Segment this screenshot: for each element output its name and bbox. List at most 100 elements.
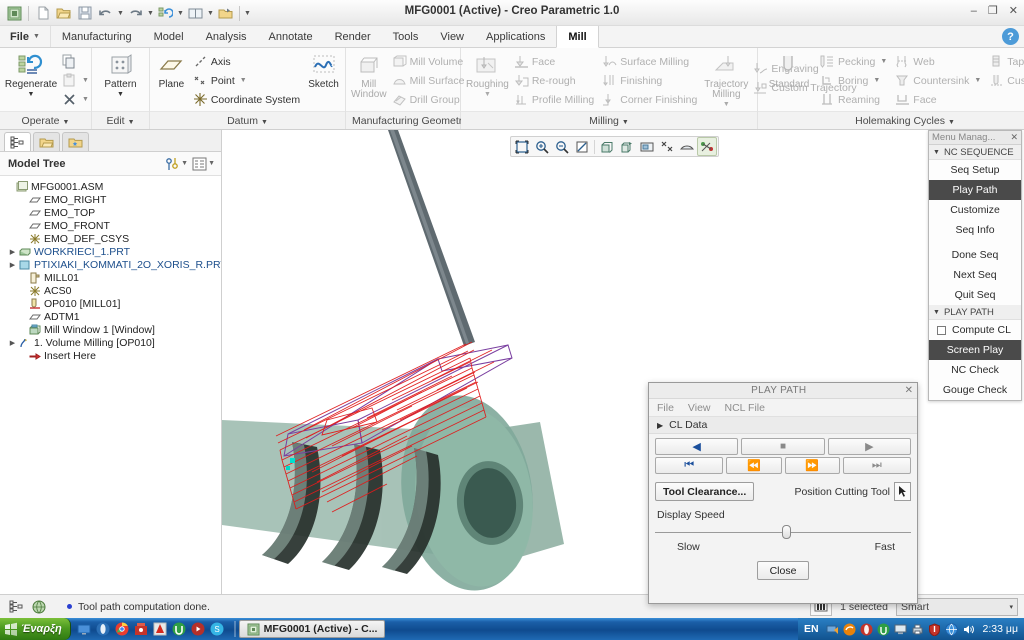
nc-sequence-section-header[interactable]: ▼ NC SEQUENCE <box>929 145 1021 160</box>
tray-language-indicator[interactable]: EN <box>804 623 819 635</box>
chevron-down-icon[interactable]: ▼ <box>82 96 89 103</box>
tab-manufacturing[interactable]: Manufacturing <box>51 26 143 47</box>
favorites-tab[interactable] <box>62 132 89 151</box>
finishing-button[interactable]: Finishing <box>600 71 701 90</box>
ribbon-group-edit-title[interactable]: Edit ▼ <box>92 111 149 129</box>
tree-node-workrieci[interactable]: ▶ WORKRIECI_1.PRT <box>4 245 221 258</box>
show-desktop-icon[interactable] <box>77 622 92 637</box>
surface-milling-button[interactable]: Surface Milling <box>600 52 701 71</box>
ribbon-group-mfg-geometry-title[interactable]: Manufacturing Geometry▼ <box>346 111 478 129</box>
roughing-button[interactable]: Roughing ▼ <box>465 51 510 100</box>
tree-node-adtm1[interactable]: ADTM1 <box>4 310 221 323</box>
tab-analysis[interactable]: Analysis <box>195 26 258 47</box>
tab-applications[interactable]: Applications <box>475 26 556 47</box>
pattern-button[interactable]: Pattern ▼ <box>96 51 145 100</box>
menu-item-customize[interactable]: Customize <box>929 200 1021 220</box>
view-manager-icon[interactable] <box>637 137 657 156</box>
taskbar-item-creo[interactable]: MFG0001 (Active) - C... <box>238 620 386 638</box>
spin-center-icon[interactable] <box>697 137 717 156</box>
menu-item-play-path[interactable]: Play Path <box>929 180 1021 200</box>
model-tree[interactable]: MFG0001.ASM EMO_RIGHT EMO_TOP EMO_FRONT <box>0 176 221 594</box>
media-player-icon[interactable] <box>191 622 206 637</box>
menu-item-gouge-check[interactable]: Gouge Check <box>929 380 1021 400</box>
saved-orientations-icon[interactable] <box>617 137 637 156</box>
folder-browser-tab[interactable] <box>33 132 60 151</box>
reaming-button[interactable]: Reaming <box>818 90 891 109</box>
countersink-button[interactable]: Countersink ▼ <box>893 71 985 90</box>
tab-annotate[interactable]: Annotate <box>258 26 324 47</box>
stop-button[interactable]: ■ <box>741 438 825 455</box>
chevron-down-icon[interactable]: ▼ <box>723 101 730 108</box>
pecking-button[interactable]: Pecking ▼ <box>818 52 891 71</box>
close-dialog-button[interactable]: Close <box>757 561 809 580</box>
display-speed-slider[interactable] <box>655 525 911 539</box>
menu-item-compute-cl[interactable]: Compute CL <box>929 320 1021 340</box>
menu-item-nc-check[interactable]: NC Check <box>929 360 1021 380</box>
chevron-down-icon[interactable]: ▼ <box>974 77 981 84</box>
utorrent-icon[interactable] <box>172 622 187 637</box>
slider-handle[interactable] <box>782 525 791 539</box>
model-tree-toggle-icon[interactable] <box>6 598 26 616</box>
model-tree-tab[interactable] <box>4 132 31 151</box>
profile-milling-button[interactable]: Profile Milling <box>512 90 598 109</box>
chevron-down-icon[interactable]: ▼ <box>873 77 880 84</box>
start-button[interactable]: Έναρξη <box>0 618 71 640</box>
plane-button[interactable]: Plane <box>154 51 189 92</box>
tree-node-mill01[interactable]: MILL01 <box>4 271 221 284</box>
cl-data-section[interactable]: ▶ CL Data <box>649 417 917 434</box>
chevron-down-icon[interactable]: ▼ <box>117 91 124 98</box>
tray-printer-icon[interactable] <box>911 623 924 636</box>
tree-node-ptixiaki[interactable]: ▶ PTIXIAKI_KOMMATI_2O_XORIS_R.PRT <box>4 258 221 271</box>
tab-mill[interactable]: Mill <box>556 26 599 48</box>
close-icon[interactable]: ✕ <box>905 385 913 396</box>
web-browser-toggle-icon[interactable] <box>29 598 49 616</box>
filter-settings-button[interactable]: ▼ <box>163 157 190 171</box>
play-reverse-button[interactable]: ◀ <box>655 438 739 455</box>
datum-display-icon[interactable] <box>657 137 677 156</box>
tray-clock[interactable]: 2:33 μμ <box>983 623 1018 635</box>
menu-item-seq-setup[interactable]: Seq Setup <box>929 160 1021 180</box>
help-icon[interactable]: ? <box>1002 28 1019 45</box>
close-button[interactable]: ✕ <box>1009 4 1018 17</box>
ribbon-group-operate-title[interactable]: Operate ▼ <box>0 111 91 129</box>
menu-item-seq-info[interactable]: Seq Info <box>929 220 1021 240</box>
annotation-display-icon[interactable] <box>677 137 697 156</box>
drill-group-button[interactable]: Drill Group <box>390 90 469 109</box>
boring-button[interactable]: Boring ▼ <box>818 71 891 90</box>
tool-clearance-button[interactable]: Tool Clearance... <box>655 482 755 501</box>
dialog-menu-ncl-file[interactable]: NCL File <box>725 402 765 414</box>
expander[interactable]: ▶ <box>7 248 18 256</box>
tray-display-icon[interactable] <box>894 623 907 636</box>
tray-opera-icon[interactable] <box>860 623 873 636</box>
tab-tools[interactable]: Tools <box>382 26 430 47</box>
menu-item-screen-play[interactable]: Screen Play <box>929 340 1021 360</box>
step-forward-button[interactable]: ⏩ <box>784 457 840 474</box>
regenerate-button[interactable]: Regenerate ▼ <box>4 51 58 100</box>
repaint-icon[interactable] <box>572 137 592 156</box>
tray-utorrent-icon[interactable] <box>877 623 890 636</box>
tray-network-icon[interactable] <box>826 623 839 636</box>
adobe-reader-icon[interactable] <box>153 622 168 637</box>
ribbon-group-holemaking-title[interactable]: Holemaking Cycles ▼ <box>758 111 1024 129</box>
refit-icon[interactable] <box>512 137 532 156</box>
expander[interactable]: ▶ <box>7 261 18 269</box>
dialog-menu-view[interactable]: View <box>688 402 711 414</box>
chevron-down-icon[interactable]: ▼ <box>240 77 247 84</box>
chevron-down-icon[interactable]: ▼ <box>82 77 89 84</box>
paste-button[interactable]: ▼ <box>60 71 93 90</box>
point-button[interactable]: Point ▼ <box>191 71 304 90</box>
mill-surface-button[interactable]: Mill Surface <box>390 71 469 90</box>
opera-icon[interactable] <box>96 622 111 637</box>
play-path-section-header[interactable]: ▼ PLAY PATH <box>929 305 1021 320</box>
menu-item-next-seq[interactable]: Next Seq <box>929 265 1021 285</box>
tab-render[interactable]: Render <box>324 26 382 47</box>
tab-view[interactable]: View <box>429 26 475 47</box>
expander[interactable]: ▶ <box>7 339 18 347</box>
checkbox[interactable] <box>937 325 946 335</box>
chevron-down-icon[interactable]: ▼ <box>880 58 887 65</box>
mill-volume-button[interactable]: Mill Volume <box>390 52 469 71</box>
tree-columns-button[interactable]: ▼ <box>190 157 217 171</box>
copy-button[interactable] <box>60 52 93 71</box>
tab-file[interactable]: File ▼ <box>0 26 51 47</box>
tree-node-insert-here[interactable]: Insert Here <box>4 349 221 362</box>
